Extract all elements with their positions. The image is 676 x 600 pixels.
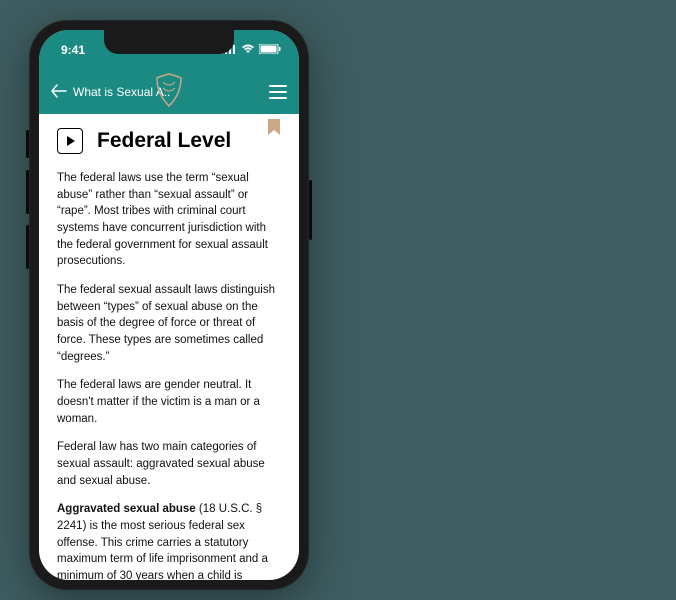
- content-area[interactable]: Federal Level The federal laws use the t…: [39, 114, 299, 580]
- content-header: Federal Level: [57, 128, 281, 154]
- article-body: The federal laws use the term “sexual ab…: [57, 170, 281, 580]
- paragraph: Aggravated sexual abuse (18 U.S.C. § 224…: [57, 501, 281, 580]
- paragraph: The federal laws use the term “sexual ab…: [57, 170, 281, 270]
- back-arrow-icon: [51, 84, 67, 101]
- phone-frame: 9:41 What is Sexual A..: [29, 20, 309, 590]
- notch: [104, 30, 234, 54]
- phone-volume-down: [26, 225, 29, 269]
- screen: 9:41 What is Sexual A..: [39, 30, 299, 580]
- paragraph: The federal sexual assault laws distingu…: [57, 282, 281, 365]
- app-logo-icon: [153, 72, 185, 113]
- phone-side-button: [26, 130, 29, 158]
- hamburger-line: [269, 97, 287, 99]
- play-button[interactable]: [57, 128, 83, 154]
- bold-term: Aggravated sexual abuse: [57, 503, 196, 515]
- paragraph: The federal laws are gender neutral. It …: [57, 377, 281, 427]
- nav-bar: What is Sexual A..: [39, 70, 299, 114]
- bookmark-button[interactable]: [267, 118, 281, 141]
- page-title: Federal Level: [97, 129, 231, 153]
- phone-power-button: [309, 180, 312, 240]
- play-icon: [67, 136, 75, 146]
- paragraph: Federal law has two main categories of s…: [57, 439, 281, 489]
- menu-button[interactable]: [269, 85, 287, 99]
- phone-volume-up: [26, 170, 29, 214]
- battery-icon: [259, 43, 281, 57]
- status-time: 9:41: [61, 43, 85, 57]
- wifi-icon: [241, 43, 255, 57]
- hamburger-line: [269, 91, 287, 93]
- hamburger-line: [269, 85, 287, 87]
